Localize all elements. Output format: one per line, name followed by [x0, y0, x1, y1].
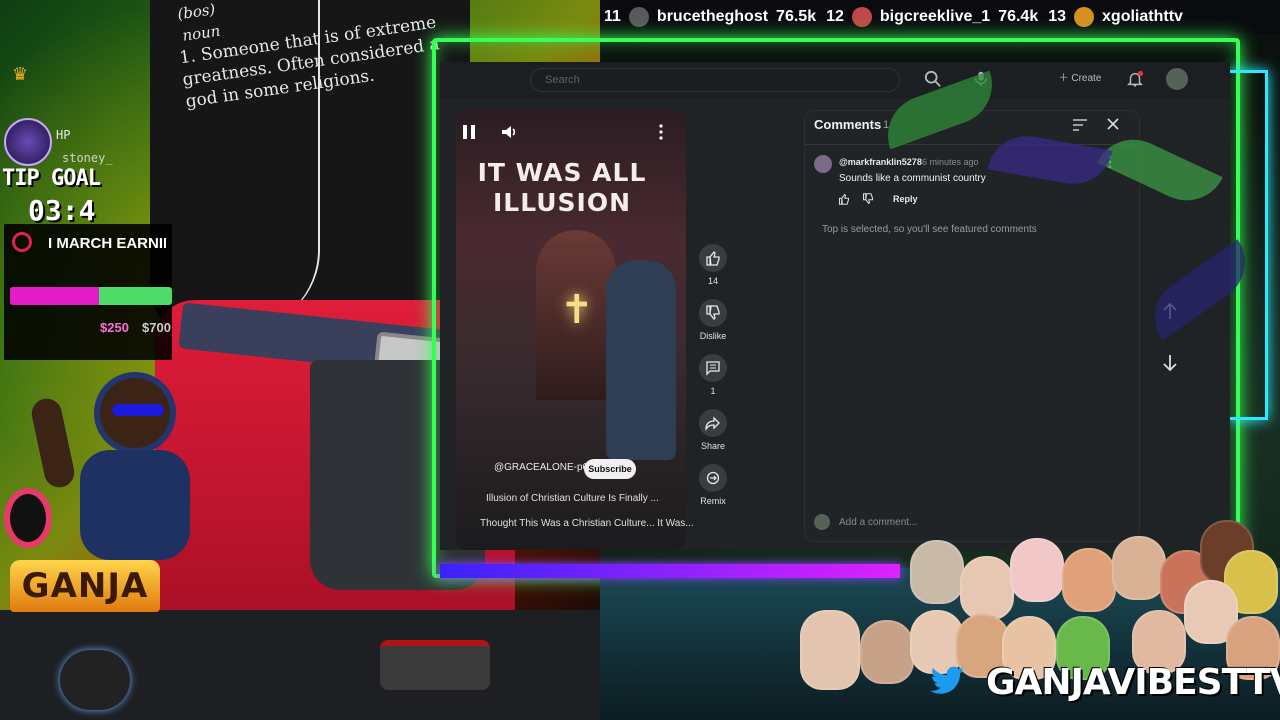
share-label: Share	[700, 441, 726, 451]
cross-icon: ✝	[560, 288, 594, 332]
dislike-label: Dislike	[699, 331, 727, 341]
goal-title: I MARCH EARNIN	[48, 235, 166, 252]
comment-text: Sounds like a communist country	[839, 173, 986, 184]
comment-like-icon[interactable]	[838, 193, 850, 205]
leaderboard-rank: 12	[826, 8, 844, 25]
thumbs-down-icon	[706, 305, 720, 320]
mascot-arm	[28, 395, 78, 491]
notifications-bell-icon[interactable]	[1126, 70, 1144, 88]
comment-timestamp: 6 minutes ago	[922, 157, 979, 167]
goal-progress-fill	[10, 287, 100, 305]
leaderboard-rank: 11	[604, 8, 621, 25]
subscribe-button[interactable]: Subscribe	[584, 459, 636, 479]
ring-light-icon	[4, 488, 52, 548]
goal-progress-track	[10, 287, 172, 305]
tip-goal-timer: 03:4	[28, 194, 96, 227]
search-icon[interactable]	[924, 70, 942, 88]
more-options-icon[interactable]	[656, 124, 666, 140]
leaderboard-entry: 13 xgoliathttv	[1048, 7, 1191, 27]
sort-icon[interactable]	[1072, 118, 1088, 132]
comment-icon	[706, 361, 720, 376]
goal-amount-target: $700	[142, 320, 171, 335]
viewer-leaderboard: 11 brucetheghost 76.5k 12 bigcreeklive_1 76.4…	[600, 0, 1280, 34]
remix-icon	[706, 471, 720, 485]
goal-amount-current: $250	[100, 320, 129, 335]
alert-hp-label: HP	[56, 128, 71, 142]
plus-icon: ＋	[1058, 73, 1072, 84]
account-avatar[interactable]	[1166, 68, 1188, 90]
mascot-sunglasses	[112, 404, 164, 416]
remix-label: Remix	[700, 496, 726, 506]
leaderboard-rank: 13	[1048, 8, 1067, 25]
video-figure	[606, 260, 676, 460]
video-caption-line-2: Thought This Was a Christian Culture... …	[480, 518, 694, 529]
comments-divider	[804, 144, 1140, 145]
leaderboard-username: bigcreeklive_1	[879, 8, 991, 25]
thumbs-up-icon	[706, 251, 720, 266]
ganja-logo: GANJA	[10, 560, 160, 612]
stream-scene: (bos) noun 1. Someone that is of extreme…	[0, 0, 1280, 720]
leaderboard-avatar	[628, 7, 649, 27]
mascot-torso	[80, 450, 190, 560]
dislike-button[interactable]: Dislike	[696, 299, 730, 341]
tip-goal-title: TIP GOAL	[2, 166, 101, 191]
volume-icon[interactable]	[500, 123, 518, 141]
leaderboard-avatar	[851, 7, 872, 27]
leaderboard-entry: 11 brucetheghost 76.5k	[604, 7, 816, 27]
featured-comments-note: Top is selected, so you'll see featured …	[822, 224, 1037, 235]
alert-avatar	[4, 118, 52, 166]
leaderboard-username: xgoliathttv	[1102, 8, 1183, 25]
create-button[interactable]: ＋ Create	[1048, 68, 1112, 90]
cast-face	[1112, 536, 1166, 600]
goal-target-icon	[12, 232, 32, 252]
close-icon[interactable]	[1106, 117, 1120, 131]
cast-face	[960, 556, 1014, 620]
crown-icon: ♛	[12, 64, 29, 84]
next-video-arrow-icon[interactable]	[1162, 354, 1178, 372]
leaderboard-score: 76.5k	[776, 8, 817, 25]
cast-face	[1010, 538, 1064, 602]
cast-face	[1062, 548, 1116, 612]
leaderboard-score: 76.4k	[998, 8, 1039, 25]
leaderboard-avatar	[1074, 7, 1095, 27]
twitter-bird-icon	[930, 666, 964, 694]
video-caption-line-1: Illusion of Christian Culture Is Finally…	[486, 493, 659, 504]
comment-author-avatar[interactable]	[814, 155, 832, 173]
channel-brand-text: GANJAVIBESTTV	[986, 662, 1280, 703]
share-button[interactable]: Share	[696, 409, 730, 451]
comments-title: Comments	[814, 117, 882, 132]
cast-face	[910, 540, 964, 604]
leaderboard-entry: 12 bigcreeklive_1 76.4k	[826, 7, 1038, 27]
gaming-mouse	[60, 650, 130, 710]
comment-reply-button[interactable]: Reply	[893, 194, 918, 204]
cast-face	[800, 610, 860, 690]
like-count: 14	[707, 276, 718, 286]
pause-icon[interactable]	[462, 124, 476, 140]
like-button[interactable]: 14	[696, 244, 730, 286]
comment-dislike-icon[interactable]	[862, 193, 874, 205]
desk-device	[380, 640, 490, 690]
create-label: Create	[1071, 73, 1102, 84]
share-icon	[705, 416, 720, 431]
earbud-cord	[200, 0, 320, 330]
comment-author[interactable]: @markfranklin5278	[839, 157, 922, 167]
leaderboard-username: brucetheghost	[656, 8, 769, 25]
alert-username: stoney_	[62, 151, 113, 165]
video-overlay-title: IT WAS ALL ILLUSION	[477, 158, 647, 217]
cast-face	[860, 620, 914, 684]
comment-count: 1	[710, 386, 716, 396]
search-input[interactable]: Search	[530, 68, 900, 92]
comments-button[interactable]: 1	[696, 354, 730, 396]
remix-button[interactable]: Remix	[696, 464, 730, 506]
